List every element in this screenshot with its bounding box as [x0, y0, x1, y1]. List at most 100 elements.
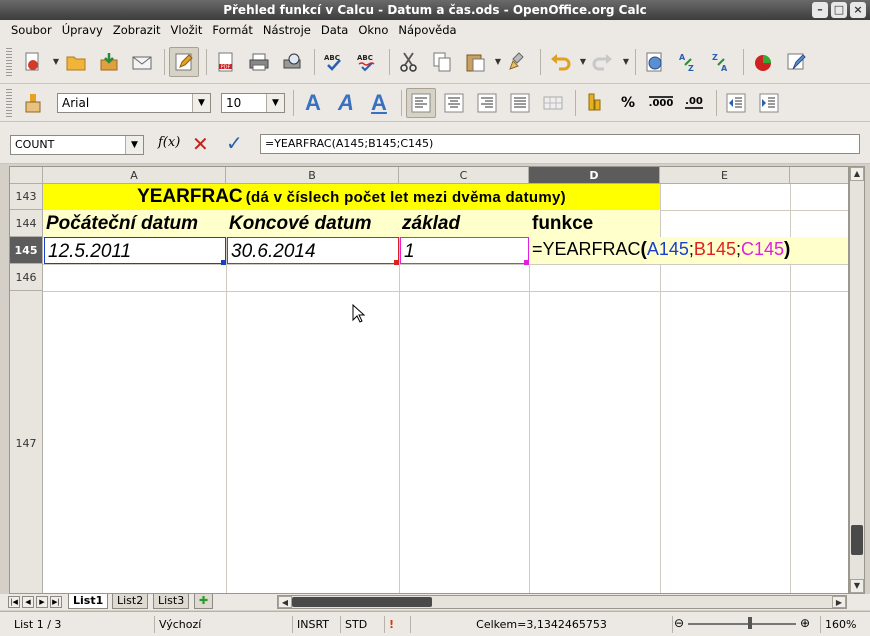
- chevron-down-icon[interactable]: ▼: [192, 93, 210, 112]
- maximize-button[interactable]: □: [831, 2, 847, 18]
- redo-button[interactable]: [588, 47, 618, 77]
- horizontal-scrollbar[interactable]: ◀ ▶: [277, 595, 847, 609]
- paste-button[interactable]: [460, 47, 490, 77]
- column-header-d[interactable]: D: [529, 167, 660, 184]
- name-box[interactable]: COUNT ▼: [10, 135, 144, 155]
- spellcheck-button[interactable]: ABC: [319, 47, 349, 77]
- column-header-f[interactable]: [790, 167, 848, 184]
- print-button[interactable]: [244, 47, 274, 77]
- menu-napoveda[interactable]: Nápověda: [393, 20, 461, 40]
- horizontal-scroll-thumb[interactable]: [292, 597, 432, 607]
- menu-upravy[interactable]: Úpravy: [57, 20, 108, 40]
- align-center-button[interactable]: [439, 88, 469, 118]
- menu-zobrazit[interactable]: Zobrazit: [108, 20, 166, 40]
- merge-cells-button[interactable]: [538, 88, 568, 118]
- copy-button[interactable]: [427, 47, 457, 77]
- menu-nastroje[interactable]: Nástroje: [258, 20, 316, 40]
- minimize-button[interactable]: –: [812, 2, 828, 18]
- cell-a144[interactable]: Počáteční datum: [43, 210, 226, 237]
- sheet-tab-list1[interactable]: List1: [68, 594, 109, 609]
- sheet-tab-list3[interactable]: List3: [153, 594, 190, 609]
- first-sheet-button[interactable]: |◀: [8, 596, 20, 608]
- next-sheet-button[interactable]: ▶: [36, 596, 48, 608]
- styles-formatting-button[interactable]: [18, 88, 48, 118]
- bold-button[interactable]: A: [298, 88, 328, 118]
- row-header-145[interactable]: 145: [10, 237, 43, 264]
- close-button[interactable]: ×: [850, 2, 866, 18]
- cancel-icon[interactable]: ✕: [192, 132, 209, 156]
- add-sheet-icon[interactable]: ✚: [194, 594, 214, 609]
- select-all-corner[interactable]: [10, 167, 43, 184]
- email-button[interactable]: [127, 47, 157, 77]
- scroll-down-button[interactable]: ▼: [850, 579, 864, 593]
- scroll-up-button[interactable]: ▲: [850, 167, 864, 181]
- cell-c144[interactable]: základ: [399, 210, 529, 237]
- prev-sheet-button[interactable]: ◀: [22, 596, 34, 608]
- vertical-scrollbar[interactable]: ▲ ▼: [849, 166, 865, 594]
- underline-button[interactable]: A: [364, 88, 394, 118]
- formula-input[interactable]: =YEARFRAC(A145;B145;C145): [260, 134, 860, 154]
- cell-c145[interactable]: 1: [400, 237, 529, 264]
- scroll-right-button[interactable]: ▶: [832, 596, 846, 608]
- cell-d145-editing[interactable]: =YEARFRAC(A145;B145;C145): [529, 237, 848, 264]
- toolbar-grip[interactable]: [6, 47, 12, 76]
- edit-file-button[interactable]: [169, 46, 199, 77]
- draw-functions-button[interactable]: [781, 47, 811, 77]
- export-pdf-button[interactable]: PDF: [211, 47, 241, 77]
- align-left-button[interactable]: [406, 87, 436, 118]
- autospellcheck-button[interactable]: ABC: [352, 47, 382, 77]
- decrease-indent-button[interactable]: [721, 88, 751, 118]
- sort-ascending-button[interactable]: AZ: [673, 47, 703, 77]
- chart-button[interactable]: [748, 47, 778, 77]
- paste-dropdown-arrow[interactable]: ▼: [493, 57, 503, 66]
- row-header-146[interactable]: 146: [10, 264, 43, 291]
- standard-format-button[interactable]: .000: [646, 88, 676, 118]
- reference-handle-b[interactable]: [394, 260, 399, 265]
- cell-d144[interactable]: funkce: [529, 210, 660, 237]
- sort-descending-button[interactable]: ZA: [706, 47, 736, 77]
- status-sum[interactable]: Celkem=3,1342465753: [410, 616, 668, 633]
- font-name-combobox[interactable]: Arial ▼: [57, 92, 211, 113]
- increase-indent-button[interactable]: [754, 88, 784, 118]
- function-wizard-button[interactable]: f(x): [158, 135, 180, 150]
- chevron-down-icon[interactable]: ▼: [125, 136, 143, 154]
- save-button[interactable]: [94, 47, 124, 77]
- row-header-144[interactable]: 144: [10, 210, 43, 237]
- align-right-button[interactable]: [472, 88, 502, 118]
- menu-okno[interactable]: Okno: [353, 20, 393, 40]
- column-header-c[interactable]: C: [399, 167, 529, 184]
- row-header-147[interactable]: 147: [10, 291, 43, 593]
- column-header-e[interactable]: E: [660, 167, 790, 184]
- cell-b144[interactable]: Koncové datum: [226, 210, 399, 237]
- cell-b145[interactable]: 30.6.2014: [227, 237, 399, 264]
- undo-button[interactable]: [545, 47, 575, 77]
- zoom-out-icon[interactable]: ⊖: [674, 616, 684, 630]
- vertical-scroll-thumb[interactable]: [851, 525, 863, 555]
- scroll-left-button[interactable]: ◀: [278, 596, 292, 608]
- cut-button[interactable]: [394, 47, 424, 77]
- undo-dropdown-arrow[interactable]: ▼: [578, 57, 588, 66]
- menu-vlozit[interactable]: Vložit: [166, 20, 208, 40]
- open-button[interactable]: [61, 47, 91, 77]
- new-document-button[interactable]: [18, 47, 48, 77]
- redo-dropdown-arrow[interactable]: ▼: [621, 57, 631, 66]
- spreadsheet-grid[interactable]: A B C D E 143 144 145 146 147 YEARFRAC (…: [9, 166, 849, 594]
- hyperlink-button[interactable]: [640, 47, 670, 77]
- chevron-down-icon[interactable]: ▼: [266, 93, 284, 112]
- status-zoom-level[interactable]: 160%: [820, 616, 866, 633]
- cell-a145[interactable]: 12.5.2011: [44, 237, 226, 264]
- accept-icon[interactable]: ✓: [226, 131, 243, 155]
- new-dropdown-arrow[interactable]: ▼: [51, 57, 61, 66]
- menu-format[interactable]: Formát: [207, 20, 258, 40]
- row-header-143[interactable]: 143: [10, 184, 43, 210]
- zoom-in-icon[interactable]: ⊕: [800, 616, 810, 630]
- menu-data[interactable]: Data: [316, 20, 353, 40]
- italic-button[interactable]: A: [331, 88, 361, 118]
- print-preview-button[interactable]: [277, 47, 307, 77]
- add-decimal-button[interactable]: .00: [679, 88, 709, 118]
- currency-format-button[interactable]: [580, 88, 610, 118]
- status-insert-mode[interactable]: INSRT: [292, 616, 338, 633]
- clone-formatting-button[interactable]: [503, 47, 533, 77]
- status-selection-mode[interactable]: STD: [340, 616, 378, 633]
- status-page-style[interactable]: Výchozí: [154, 616, 288, 633]
